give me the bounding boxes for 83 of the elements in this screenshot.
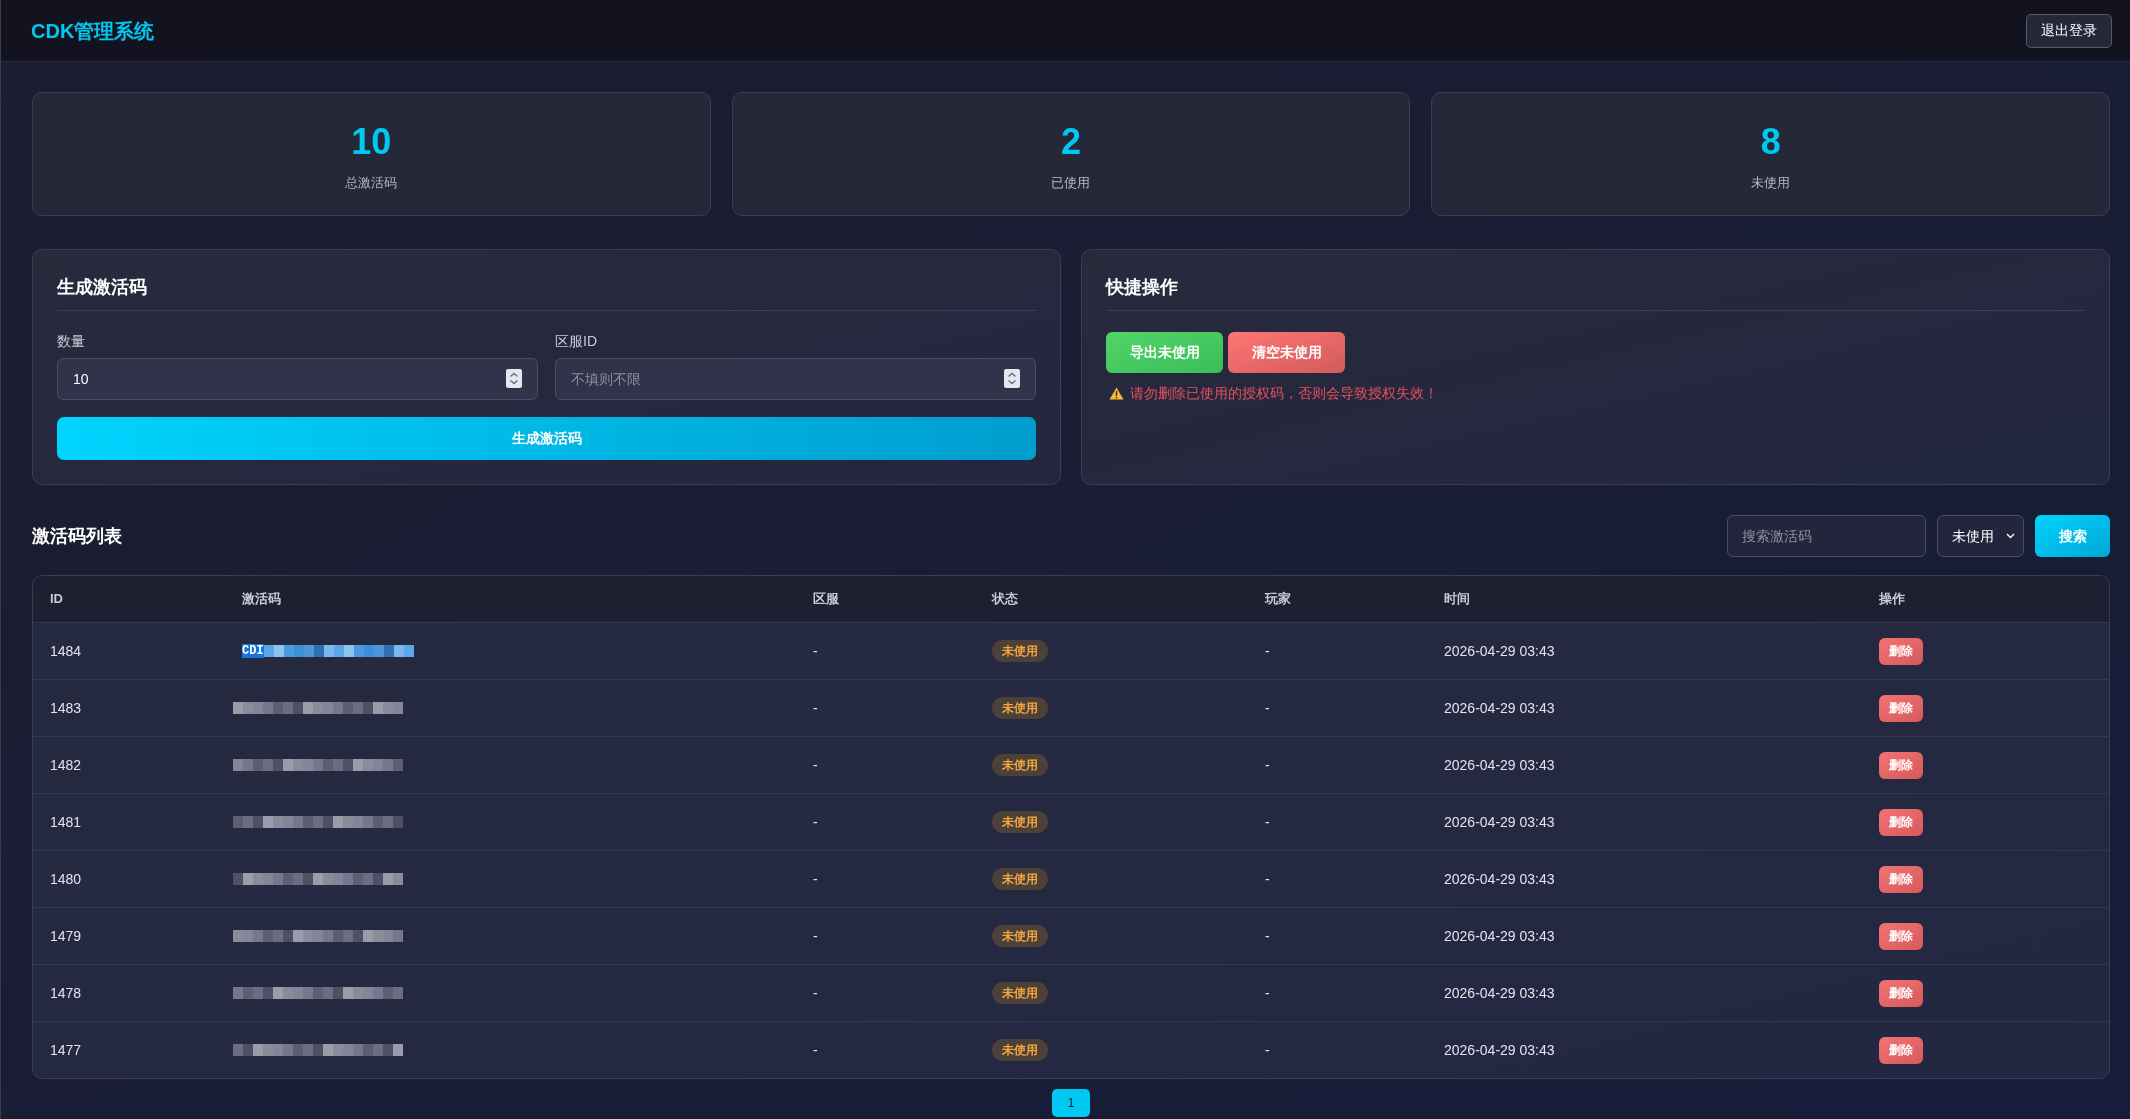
table-cell-text: - [813,1040,818,1060]
column-header: 状态 [992,590,1018,609]
warning-icon [1109,387,1124,400]
column-header: 区服 [813,590,839,609]
table-cell-text: - [1265,641,1270,661]
column-header: 时间 [1444,590,1470,609]
table-cell-text: 2026-04-29 03:43 [1444,698,1555,718]
table-cell-text: - [1265,812,1270,832]
table-cell-text: 2026-04-29 03:43 [1444,812,1555,832]
panel-title: 快捷操作 [1106,277,1178,297]
stat-label: 总激活码 [345,173,398,192]
status-badge: 未使用 [992,982,1048,1004]
table-cell-text: 1477 [50,1040,82,1060]
table-cell-text: - [813,755,818,775]
table-cell-text: - [1265,869,1270,889]
panel-title: 生成激活码 [57,277,147,297]
stat-label: 未使用 [1751,173,1791,192]
delete-button[interactable]: 删除 [1879,979,1923,1007]
table-cell-text: - [1265,755,1270,775]
table-cell-text: 2026-04-29 03:43 [1444,641,1555,661]
status-badge: 未使用 [992,811,1048,833]
stat-value: 2 [1060,119,1081,164]
clear-unused-button[interactable]: 清空未使用 [1228,332,1345,373]
status-badge: 未使用 [992,754,1048,776]
status-badge: 未使用 [992,640,1048,662]
quantity-field[interactable]: 10 [57,358,538,400]
delete-button[interactable]: 删除 [1879,922,1923,950]
field-label: 数量 [57,332,86,351]
stat-value: 10 [351,119,392,164]
table-cell-text: - [813,698,818,718]
table-cell-text: 1478 [50,983,82,1003]
delete-button[interactable]: 删除 [1879,637,1923,665]
table-cell-text: 1481 [50,812,82,832]
chevron-down-icon [2006,533,2015,539]
stat-value: 8 [1760,119,1781,164]
table-cell-text: 1483 [50,698,82,718]
column-header: ID [50,590,63,609]
table-cell-text: 1479 [50,926,82,946]
warning-text: 请勿删除已使用的授权码，否则会导致授权失效！ [1130,384,1438,403]
table-cell-text: - [813,869,818,889]
status-badge: 未使用 [992,1039,1048,1061]
table-cell-text: 1484 [50,641,82,661]
page-button[interactable]: 1 [1052,1089,1090,1117]
status-select[interactable]: 未使用 [1937,515,2024,557]
column-header: 操作 [1879,590,1905,609]
generate-button[interactable]: 生成激活码 [57,417,1036,460]
column-header: 激活码 [242,590,281,609]
table-cell-text: - [813,983,818,1003]
stepper-icon[interactable] [506,369,522,388]
column-header: 玩家 [1265,590,1291,609]
status-badge: 未使用 [992,697,1048,719]
table-cell-text: 2026-04-29 03:43 [1444,926,1555,946]
delete-button[interactable]: 删除 [1879,865,1923,893]
table-cell-text: - [1265,1040,1270,1060]
search-field[interactable]: 搜索激活码 [1727,515,1926,557]
delete-button[interactable]: 删除 [1879,751,1923,779]
search-button[interactable]: 搜索 [2035,515,2110,557]
stepper-icon[interactable] [1004,369,1020,388]
table-cell-text: 1480 [50,869,82,889]
table-cell-text: 2026-04-29 03:43 [1444,1040,1555,1060]
export-unused-button[interactable]: 导出未使用 [1106,332,1223,373]
app-title: CDK管理系统 [31,18,155,44]
table-cell-text: - [1265,983,1270,1003]
section-title: 激活码列表 [32,524,122,548]
table-cell-text: 1482 [50,755,82,775]
table-cell-text: - [813,641,818,661]
code-text: CDI [242,644,264,658]
delete-button[interactable]: 删除 [1879,808,1923,836]
logout-button[interactable]: 退出登录 [2026,13,2112,48]
delete-button[interactable]: 删除 [1879,694,1923,722]
table-cell-text: - [813,812,818,832]
table-cell-text: 2026-04-29 03:43 [1444,983,1555,1003]
field-label: 区服ID [555,332,598,351]
table-cell-text: - [813,926,818,946]
table-cell-text: 2026-04-29 03:43 [1444,755,1555,775]
status-badge: 未使用 [992,925,1048,947]
table-cell-text: 2026-04-29 03:43 [1444,869,1555,889]
table-cell-text: - [1265,926,1270,946]
server-id-field[interactable]: 不填则不限 [555,358,1036,400]
stat-label: 已使用 [1051,173,1091,192]
status-badge: 未使用 [992,868,1048,890]
table-cell-text: - [1265,698,1270,718]
delete-button[interactable]: 删除 [1879,1036,1923,1064]
